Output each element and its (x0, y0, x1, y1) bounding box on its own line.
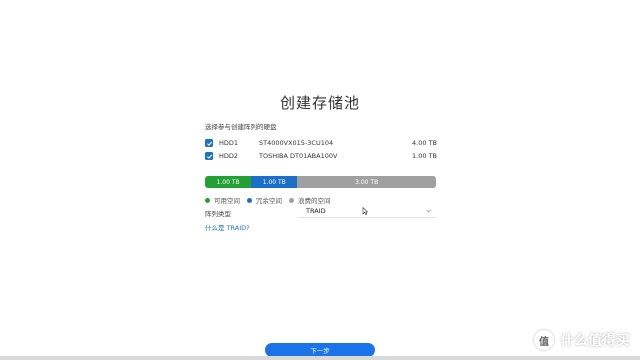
disk-name: HDD1 (219, 139, 239, 147)
page-title: 创建存储池 (279, 94, 360, 112)
disk-model: ST4000VX015-3CU104 (259, 139, 334, 147)
checkbox-checked-icon[interactable] (205, 139, 213, 147)
capacity-bar: 1.00 TB 1.00 TB 3.00 TB (205, 176, 436, 188)
watermark-text: 什么值得买 (560, 333, 630, 349)
disk-model: TOSHIBA DT01ABA100V (259, 152, 338, 160)
disk-size: 1.00 TB (412, 152, 437, 160)
raid-type-label: 阵列类型 (205, 210, 231, 218)
disk-name: HDD2 (219, 152, 239, 160)
chevron-down-icon (426, 209, 431, 213)
raid-type-value: TRAID (306, 207, 326, 215)
legend-label: 浪费的空间 (298, 197, 331, 205)
legend-dot-icon (289, 197, 294, 203)
checkbox-checked-icon[interactable] (205, 152, 213, 160)
bottom-divider (0, 356, 640, 360)
wasted-space-segment: 3.00 TB (297, 176, 436, 188)
disk-row-hdd2[interactable]: HDD2 TOSHIBA DT01ABA100V 1.00 TB (205, 150, 437, 162)
mouse-cursor-icon (362, 207, 368, 215)
legend-item-available: 可用空间 (205, 195, 240, 205)
available-space-segment: 1.00 TB (205, 176, 252, 188)
disk-size: 4.00 TB (412, 139, 437, 147)
legend-dot-icon (205, 197, 210, 203)
redundant-space-segment: 1.00 TB (251, 176, 298, 188)
what-is-traid-link[interactable]: 什么是 TRAID? (205, 222, 250, 232)
legend-item-redundant: 冗余空间 (247, 195, 282, 205)
watermark-icon: 值 (534, 330, 554, 350)
legend-dot-icon (247, 197, 252, 203)
capacity-legend: 可用空间 冗余空间 浪费的空间 (205, 195, 338, 205)
legend-item-wasted: 浪费的空间 (289, 195, 331, 205)
legend-label: 冗余空间 (256, 197, 282, 205)
watermark-logo: 值 什么值得买 (534, 330, 630, 350)
next-button[interactable]: 下一步 (265, 343, 375, 357)
disk-selection-subtitle: 选择参与创建阵列的硬盘 (205, 123, 277, 131)
disk-row-hdd1[interactable]: HDD1 ST4000VX015-3CU104 4.00 TB (205, 137, 437, 149)
legend-label: 可用空间 (214, 197, 240, 205)
